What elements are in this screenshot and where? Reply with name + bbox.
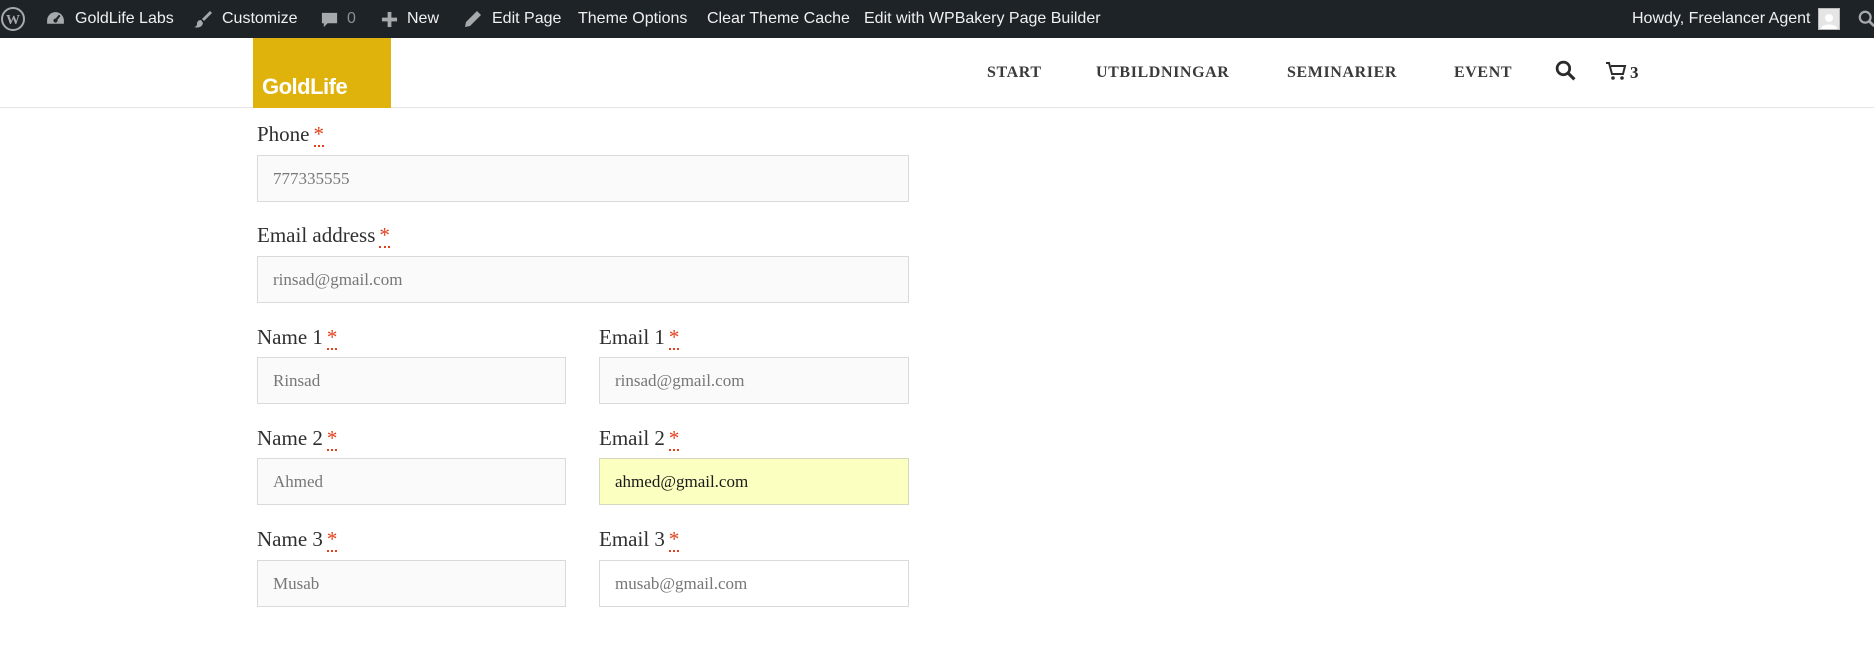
svg-text:W: W bbox=[6, 13, 20, 28]
site-name-label: GoldLife Labs bbox=[75, 10, 174, 27]
name-3-label-text: Name 3 bbox=[257, 527, 323, 551]
avatar bbox=[1818, 8, 1841, 30]
phone-label: Phone * bbox=[257, 122, 324, 147]
required-marker: * bbox=[668, 325, 680, 350]
email-3-field[interactable] bbox=[599, 560, 909, 607]
customize-link[interactable]: Customize bbox=[193, 0, 298, 38]
email-1-label-text: Email 1 bbox=[599, 325, 665, 349]
email-2-field[interactable] bbox=[599, 458, 909, 505]
search-button[interactable] bbox=[1555, 38, 1576, 108]
plus-icon bbox=[381, 11, 398, 28]
email-2-label: Email 2 * bbox=[599, 426, 680, 451]
edit-page-label: Edit Page bbox=[492, 10, 562, 27]
new-content-link[interactable]: New bbox=[381, 0, 439, 38]
email-3-label-text: Email 3 bbox=[599, 527, 665, 551]
nav-item-event[interactable]: EVENT bbox=[1454, 38, 1512, 108]
required-marker: * bbox=[668, 426, 680, 451]
email-1-label: Email 1 * bbox=[599, 325, 680, 350]
new-label: New bbox=[407, 10, 440, 27]
required-marker: * bbox=[379, 223, 390, 248]
brush-icon bbox=[193, 9, 213, 29]
wordpress-icon: W bbox=[0, 6, 26, 32]
comments-count: 0 bbox=[347, 10, 356, 27]
required-marker: * bbox=[326, 527, 338, 552]
pencil-icon bbox=[463, 9, 483, 29]
howdy-label: Howdy, Freelancer Agent bbox=[1632, 10, 1811, 27]
email-1-field[interactable] bbox=[599, 357, 909, 404]
comments-link[interactable]: 0 bbox=[320, 0, 356, 38]
logo-text: GoldLife bbox=[262, 74, 348, 99]
email-field[interactable] bbox=[257, 256, 909, 303]
clear-cache-label: Clear Theme Cache bbox=[707, 10, 850, 27]
cart-count: 3 bbox=[1630, 63, 1639, 82]
nav-item-utbildningar[interactable]: UTBILDNINGAR bbox=[1096, 38, 1229, 108]
wpbakery-label: Edit with WPBakery Page Builder bbox=[864, 10, 1101, 27]
comment-icon bbox=[320, 10, 339, 29]
theme-options-label: Theme Options bbox=[578, 10, 688, 27]
account-menu[interactable]: Howdy, Freelancer Agent bbox=[1632, 0, 1841, 38]
name-2-field[interactable] bbox=[257, 458, 566, 505]
name-2-label: Name 2 * bbox=[257, 426, 338, 451]
name-1-field[interactable] bbox=[257, 357, 566, 404]
email-2-label-text: Email 2 bbox=[599, 426, 665, 450]
edit-page-link[interactable]: Edit Page bbox=[463, 0, 561, 38]
site-name-link[interactable]: GoldLife Labs bbox=[45, 0, 174, 38]
required-marker: * bbox=[326, 426, 338, 451]
nav-item-start[interactable]: START bbox=[987, 38, 1042, 108]
admin-bar: W GoldLife Labs Customize 0 New Edit Pag… bbox=[0, 0, 1874, 38]
name-2-label-text: Name 2 bbox=[257, 426, 323, 450]
nav-item-seminarier[interactable]: SEMINARIER bbox=[1287, 38, 1397, 108]
admin-search-toggle[interactable] bbox=[1858, 0, 1874, 38]
phone-field[interactable] bbox=[257, 155, 909, 202]
search-icon bbox=[1555, 60, 1576, 86]
phone-label-text: Phone bbox=[257, 122, 310, 146]
email-label: Email address * bbox=[257, 223, 390, 248]
theme-options-link[interactable]: Theme Options bbox=[578, 0, 687, 38]
cart-button[interactable]: 3 bbox=[1605, 38, 1639, 108]
name-3-label: Name 3 * bbox=[257, 527, 338, 552]
name-1-label: Name 1 * bbox=[257, 325, 338, 350]
cart-icon bbox=[1605, 61, 1627, 86]
search-icon bbox=[1858, 10, 1874, 28]
email-label-text: Email address bbox=[257, 223, 376, 247]
wordpress-menu[interactable]: W bbox=[0, 0, 26, 38]
site-header: GoldLife START UTBILDNINGAR SEMINARIER E… bbox=[0, 38, 1874, 108]
customize-label: Customize bbox=[222, 10, 298, 27]
required-marker: * bbox=[668, 527, 680, 552]
site-logo[interactable]: GoldLife bbox=[253, 38, 391, 108]
required-marker: * bbox=[313, 122, 324, 147]
clear-cache-link[interactable]: Clear Theme Cache bbox=[707, 0, 850, 38]
name-1-label-text: Name 1 bbox=[257, 325, 323, 349]
wpbakery-link[interactable]: Edit with WPBakery Page Builder bbox=[864, 0, 1101, 38]
dashboard-icon bbox=[45, 9, 66, 30]
required-marker: * bbox=[326, 325, 338, 350]
email-3-label: Email 3 * bbox=[599, 527, 680, 552]
name-3-field[interactable] bbox=[257, 560, 566, 607]
